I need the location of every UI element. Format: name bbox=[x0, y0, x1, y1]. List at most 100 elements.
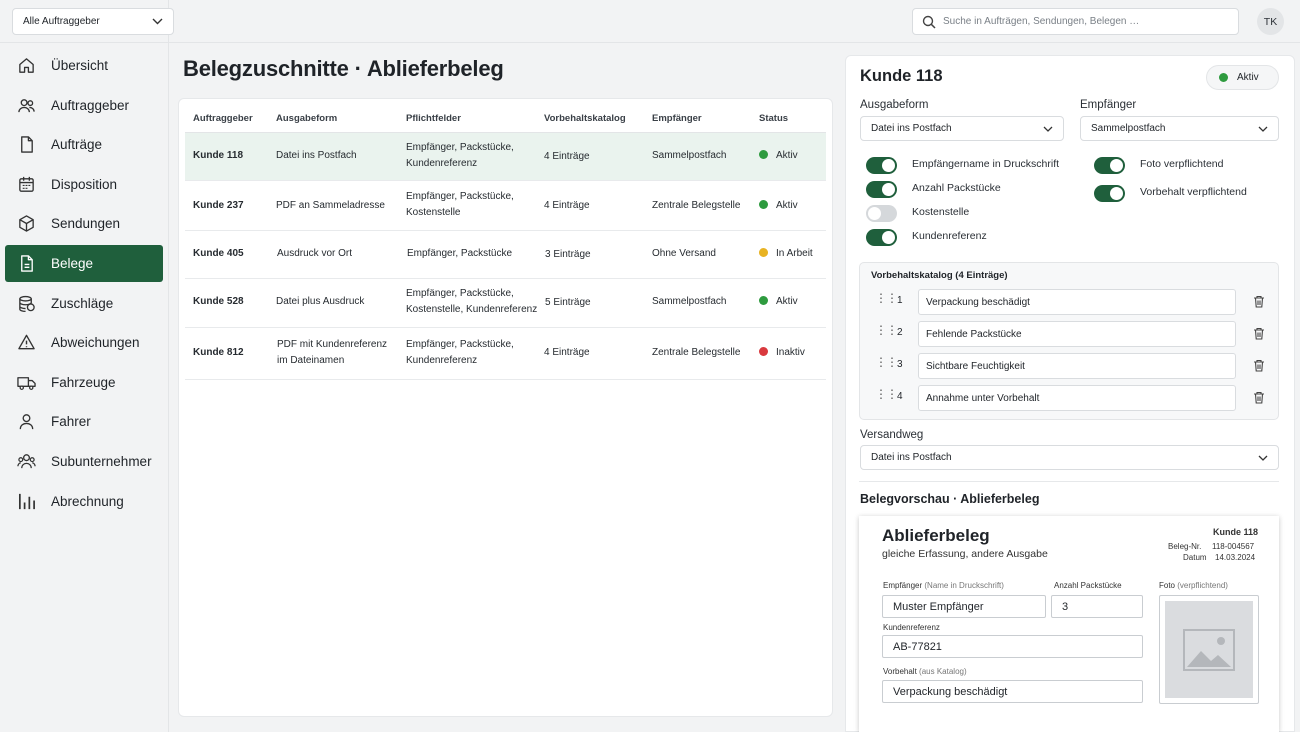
chevron-down-icon bbox=[1258, 455, 1268, 461]
column-header-catalog[interactable]: Vorbehaltskatalog bbox=[544, 113, 626, 124]
nav-item-fahrer[interactable]: Fahrer bbox=[5, 403, 163, 440]
output-form-select[interactable]: Datei ins Postfach bbox=[860, 116, 1064, 141]
trash-icon[interactable] bbox=[1253, 359, 1265, 372]
nav-label: Subunternehmer bbox=[51, 453, 152, 469]
trash-icon[interactable] bbox=[1253, 327, 1265, 340]
package-icon bbox=[19, 215, 34, 233]
row-output: PDF mit Kundenreferenz im Dateinamen bbox=[277, 339, 388, 366]
toggle-recipient-name-print[interactable] bbox=[866, 157, 897, 174]
toggle-cost-center[interactable] bbox=[866, 205, 897, 222]
toggle-label: Foto verpflichtend bbox=[1140, 158, 1224, 170]
nav-item-fahrzeuge[interactable]: Fahrzeuge bbox=[5, 364, 163, 401]
row-recipient: Sammelpostfach bbox=[652, 296, 727, 307]
user-avatar[interactable]: TK bbox=[1257, 8, 1284, 35]
detail-status-badge[interactable]: Aktiv bbox=[1206, 65, 1279, 90]
doc-date: 14.03.2024 bbox=[1215, 553, 1256, 562]
doc-reference-field: AB-77821 bbox=[882, 635, 1143, 658]
column-header-output[interactable]: Ausgabeform bbox=[276, 113, 337, 124]
chevron-down-icon bbox=[152, 18, 163, 25]
warning-icon bbox=[18, 334, 35, 350]
nav-label: Sendungen bbox=[51, 216, 121, 232]
nav-item-zuschlaege[interactable]: Zuschläge bbox=[5, 285, 163, 322]
sidebar-divider bbox=[0, 42, 169, 43]
doc-client: Kunde 118 bbox=[1212, 527, 1258, 537]
status-dot-icon bbox=[759, 347, 768, 356]
row-fields: Empfänger, Packstücke, Kundenreferenz bbox=[406, 339, 514, 366]
nav-label: Übersicht bbox=[51, 58, 109, 73]
catalog-item-input[interactable]: Annahme unter Vorbehalt bbox=[918, 385, 1236, 411]
shipping-select[interactable]: Datei ins Postfach bbox=[860, 445, 1279, 470]
status-dot-icon bbox=[1219, 73, 1228, 82]
drag-handle-icon[interactable]: ⋮⋮ bbox=[875, 388, 898, 400]
reserve-catalog-title: Vorbehaltskatalog (4 Einträge) bbox=[871, 270, 1008, 281]
nav-item-sendungen[interactable]: Sendungen bbox=[5, 205, 163, 242]
nav-item-abrechnung[interactable]: Abrechnung bbox=[5, 483, 163, 520]
catalog-item-number: 3 bbox=[897, 359, 903, 370]
row-catalog: 3 Einträge bbox=[545, 249, 591, 260]
truck-icon bbox=[17, 376, 36, 390]
column-header-status[interactable]: Status bbox=[759, 113, 788, 124]
shipping-value: Datei ins Postfach bbox=[871, 452, 952, 463]
drag-handle-icon[interactable]: ⋮⋮ bbox=[875, 292, 898, 304]
doc-photo-box bbox=[1159, 595, 1259, 704]
toggle-label: Anzahl Packstücke bbox=[912, 182, 1001, 194]
row-catalog: 4 Einträge bbox=[544, 347, 590, 358]
catalog-item-input[interactable]: Fehlende Packstücke bbox=[918, 321, 1236, 347]
catalog-item: ⋮⋮ 3 Sichtbare Feuchtigkeit bbox=[871, 353, 1271, 379]
status-dot-icon bbox=[759, 296, 768, 305]
trash-icon[interactable] bbox=[1253, 295, 1265, 308]
row-status: Aktiv bbox=[759, 148, 798, 164]
trash-icon[interactable] bbox=[1253, 391, 1265, 404]
nav-item-auftraggeber[interactable]: Auftraggeber bbox=[5, 87, 163, 124]
row-client: Kunde 812 bbox=[193, 347, 244, 358]
status-dot-icon bbox=[759, 248, 768, 257]
toggle-photo-required[interactable] bbox=[1094, 157, 1125, 174]
bar-chart-icon bbox=[18, 493, 35, 509]
column-header-recipient[interactable]: Empfänger bbox=[652, 113, 702, 124]
nav-item-uebersicht[interactable]: Übersicht bbox=[5, 47, 163, 84]
toggle-package-count[interactable] bbox=[866, 181, 897, 198]
doc-recipient-field: Muster Empfänger bbox=[882, 595, 1046, 618]
column-header-fields[interactable]: Pflichtfelder bbox=[406, 113, 461, 124]
coins-icon bbox=[19, 295, 35, 312]
client-filter-value: Alle Auftraggeber bbox=[23, 16, 100, 27]
row-output: Datei ins Postfach bbox=[276, 150, 357, 161]
client-filter-select[interactable]: Alle Auftraggeber bbox=[12, 8, 174, 35]
row-client: Kunde 237 bbox=[193, 200, 244, 211]
doc-count-field: 3 bbox=[1051, 595, 1143, 618]
chevron-down-icon bbox=[1258, 126, 1268, 132]
nav-item-auftraege[interactable]: Aufträge bbox=[5, 126, 163, 163]
doc-title: Ablieferbeleg bbox=[882, 526, 990, 545]
doc-recipient-hint: (Name in Druckschrift) bbox=[924, 581, 1004, 590]
row-catalog: 4 Einträge bbox=[544, 151, 590, 162]
catalog-item-input[interactable]: Sichtbare Feuchtigkeit bbox=[918, 353, 1236, 379]
row-catalog: 4 Einträge bbox=[544, 200, 590, 211]
search-placeholder: Suche in Aufträgen, Sendungen, Belegen … bbox=[943, 16, 1140, 27]
status-label: Aktiv bbox=[776, 296, 798, 307]
column-header-client[interactable]: Auftraggeber bbox=[193, 113, 253, 124]
global-search-input[interactable]: Suche in Aufträgen, Sendungen, Belegen … bbox=[912, 8, 1239, 35]
drag-handle-icon[interactable]: ⋮⋮ bbox=[875, 356, 898, 368]
toggle-customer-reference[interactable] bbox=[866, 229, 897, 246]
page-title: Belegzuschnitte · Ablieferbeleg bbox=[183, 56, 504, 81]
row-fields: Empfänger, Packstücke, Kundenreferenz bbox=[406, 142, 514, 169]
output-form-value: Datei ins Postfach bbox=[871, 123, 952, 134]
output-form-label: Ausgabeform bbox=[860, 99, 929, 111]
home-icon bbox=[19, 58, 34, 73]
detail-title: Kunde 118 bbox=[860, 67, 943, 85]
search-icon bbox=[922, 15, 936, 29]
nav-item-belege[interactable]: Belege bbox=[5, 244, 163, 282]
nav-item-abweichungen[interactable]: Abweichungen bbox=[5, 324, 163, 361]
status-label: Aktiv bbox=[1237, 72, 1259, 83]
catalog-item-input[interactable]: Verpackung beschädigt bbox=[918, 289, 1236, 315]
user-icon bbox=[19, 414, 34, 430]
toggle-reserve-required[interactable] bbox=[1094, 185, 1125, 202]
nav-item-disposition[interactable]: Disposition bbox=[5, 166, 163, 203]
doc-reserve-hint: (aus Katalog) bbox=[919, 667, 967, 676]
row-fields: Empfänger, Packstücke, Kostenstelle bbox=[406, 191, 514, 218]
nav-item-subunternehmer[interactable]: Subunternehmer bbox=[5, 443, 163, 480]
status-label: In Arbeit bbox=[776, 248, 813, 259]
drag-handle-icon[interactable]: ⋮⋮ bbox=[875, 324, 898, 336]
image-placeholder-icon bbox=[1183, 628, 1235, 671]
recipient-select[interactable]: Sammelpostfach bbox=[1080, 116, 1279, 141]
